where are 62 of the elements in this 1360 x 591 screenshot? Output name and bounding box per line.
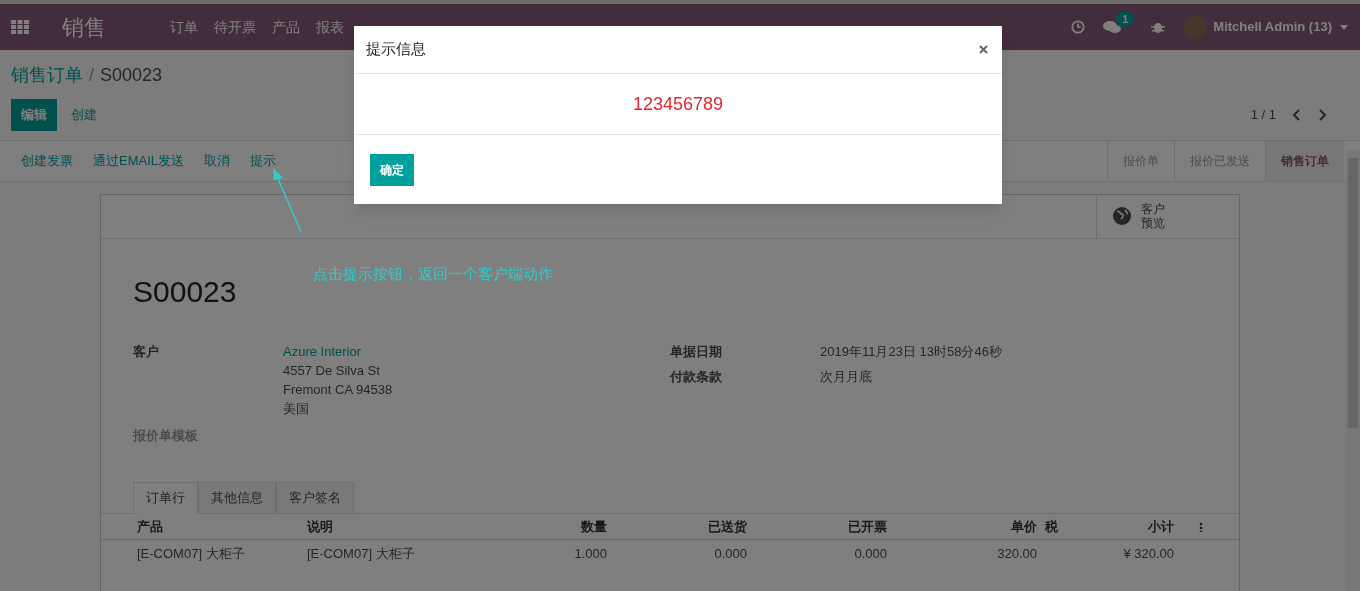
app-title: 销售 xyxy=(62,13,107,42)
notebook-tab[interactable]: 订单行 xyxy=(133,482,198,514)
breadcrumb-separator: / xyxy=(89,64,94,87)
annotation-text: 点击提示按钮，返回一个客户端动作 xyxy=(313,264,553,284)
previous-icon[interactable] xyxy=(1292,108,1300,121)
table-cell-text: 0.000 xyxy=(853,545,887,564)
chat-icon[interactable] xyxy=(1103,20,1122,35)
globe-icon xyxy=(1113,207,1131,225)
table-cell-text: 0.000 xyxy=(713,545,747,564)
column-header[interactable]: 税 xyxy=(1037,516,1087,537)
menu-item[interactable]: 报表 xyxy=(308,16,352,38)
column-header[interactable]: 小计 xyxy=(1087,516,1174,537)
bug-icon[interactable] xyxy=(1151,20,1166,34)
edit-button[interactable]: 编辑 xyxy=(11,99,57,131)
customer-preview-button[interactable]: 客户 预览 xyxy=(1096,194,1239,238)
field-label: 客户 xyxy=(133,342,160,361)
field-label: 付款条款 xyxy=(670,368,723,386)
table-cell-text: 1.000 xyxy=(573,545,607,564)
table-cell-text: ¥ 320.00 xyxy=(1122,545,1174,564)
annotation-arrow xyxy=(270,166,304,234)
address-line: 4557 De Silva St xyxy=(283,361,381,380)
header-button[interactable]: 通过EMAIL发送 xyxy=(83,150,194,171)
customer-link[interactable]: Azure Interior xyxy=(283,341,393,361)
table-cell-text: [E-COM07] 大柜子 xyxy=(307,545,416,564)
breadcrumb-link[interactable]: 销售订单 xyxy=(11,62,83,89)
clock-icon[interactable] xyxy=(1071,20,1086,34)
header-button[interactable]: 取消 xyxy=(194,150,240,171)
menu-item[interactable]: 待开票 xyxy=(206,16,264,38)
field-value: 2019年11月23日 13时58分46秒 xyxy=(820,342,1002,361)
column-header[interactable]: 数量 xyxy=(507,516,607,537)
column-header[interactable]: 单价 xyxy=(887,516,1037,537)
apps-menu-icon[interactable] xyxy=(11,20,29,34)
confirm-button[interactable]: 确定 xyxy=(370,153,414,186)
column-header[interactable]: 已送货 xyxy=(607,516,747,537)
dialog-title: 提示信息 xyxy=(366,39,426,60)
field-value: 次月月底 xyxy=(820,368,872,386)
scrollbar[interactable] xyxy=(1346,150,1360,591)
close-icon[interactable] xyxy=(979,45,988,54)
menu-item[interactable]: 产品 xyxy=(264,16,308,38)
table-cell-text: [E-COM07] 大柜子 xyxy=(137,545,246,564)
create-button[interactable]: 创建 xyxy=(57,99,111,131)
breadcrumb-current: S00023 xyxy=(100,64,163,87)
address-line: Fremont CA 94538 xyxy=(283,380,393,399)
column-header[interactable]: 产品 xyxy=(137,516,307,537)
message-count-badge: 1 xyxy=(1116,11,1135,27)
next-icon[interactable] xyxy=(1319,108,1327,121)
column-header[interactable]: 已开票 xyxy=(747,516,887,537)
address-line: 美国 xyxy=(283,399,310,418)
pager: 1 / 1 xyxy=(1250,106,1276,124)
header-button[interactable]: 创建发票 xyxy=(11,150,83,171)
header-button[interactable]: 提示 xyxy=(240,150,286,171)
menu-item[interactable]: 订单 xyxy=(162,16,206,38)
notebook-tab[interactable]: 客户签名 xyxy=(276,482,354,514)
caret-icon[interactable] xyxy=(1340,24,1348,30)
notebook-tab[interactable]: 其他信息 xyxy=(198,482,276,514)
user-menu[interactable]: Mitchell Admin (13) xyxy=(1213,17,1332,37)
column-header[interactable]: 说明 xyxy=(307,516,507,537)
dialog-message: 123456789 xyxy=(632,92,724,116)
table-cell-text: 320.00 xyxy=(996,545,1037,564)
field-label: 单据日期 xyxy=(670,342,723,361)
stage-button[interactable]: 销售订单 xyxy=(1265,140,1344,181)
record-name: S00023 xyxy=(133,273,237,310)
